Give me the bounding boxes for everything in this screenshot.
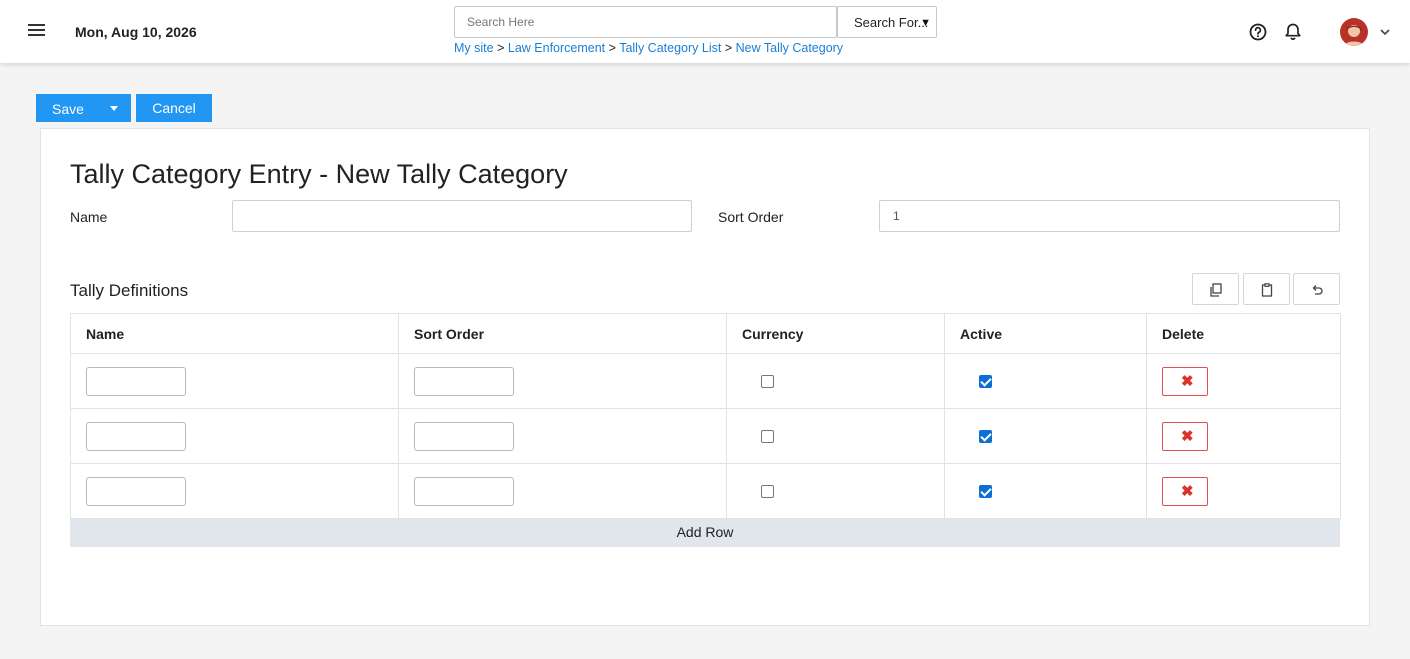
top-bar: Mon, Aug 10, 2026 Search For... ▼ My sit… [0,0,1410,63]
chevron-down-icon[interactable] [1379,25,1391,37]
undo-icon [1312,285,1323,295]
breadcrumb-new-tally-category[interactable]: New Tally Category [736,41,843,55]
active-checkbox[interactable] [979,429,992,443]
undo-button[interactable] [1293,273,1340,305]
column-header-sort-order[interactable]: Sort Order [398,313,727,354]
search-input[interactable] [454,6,837,38]
row-sort-order-input[interactable] [414,421,514,451]
sort-order-label: Sort Order [718,209,784,225]
search-scope-value: Search For... [854,14,929,30]
row-name-input[interactable] [86,421,186,451]
clipboard-icon [1261,283,1273,297]
currency-checkbox[interactable] [761,429,774,443]
section-title: Tally Definitions [70,281,189,300]
breadcrumb-law-enforcement[interactable]: Law Enforcement [508,41,605,55]
row-name-input[interactable] [86,366,186,396]
copy-button[interactable] [1192,273,1239,305]
add-row-button[interactable]: Add Row [70,518,1340,547]
table-row: ✖ [70,408,1341,464]
save-button[interactable]: Save [36,94,131,122]
hamburger-menu-icon[interactable] [28,24,45,38]
column-header-currency[interactable]: Currency [726,313,945,354]
breadcrumb-separator: > [497,41,505,55]
help-circle-icon[interactable] [1248,22,1268,42]
row-name-input[interactable] [86,476,186,506]
chevron-down-icon: ▼ [920,17,931,29]
name-input[interactable] [232,200,692,232]
column-header-delete: Delete [1146,313,1341,354]
breadcrumb-my-site[interactable]: My site [454,41,494,55]
delete-row-button[interactable]: ✖ [1162,366,1208,396]
x-icon: ✖ [1181,427,1194,445]
entry-card: Tally Category Entry - New Tally Categor… [40,128,1370,626]
delete-row-button[interactable]: ✖ [1162,421,1208,451]
save-button-label: Save [52,101,84,117]
row-sort-order-input[interactable] [414,476,514,506]
breadcrumb-separator: > [608,41,616,55]
active-checkbox[interactable] [979,374,992,388]
table-row: ✖ [70,353,1341,409]
row-sort-order-input[interactable] [414,366,514,396]
x-icon: ✖ [1181,482,1194,500]
bell-icon[interactable] [1283,22,1303,42]
currency-checkbox[interactable] [761,484,774,498]
sort-order-input[interactable]: 1 [879,200,1340,232]
current-date: Mon, Aug 10, 2026 [75,24,197,40]
cancel-button[interactable]: Cancel [136,94,212,122]
table-header-row: Name Sort Order Currency Active Delete [70,313,1341,354]
page-title: Tally Category Entry - New Tally Categor… [70,159,568,189]
search-scope-select[interactable]: Search For... ▼ [837,6,937,38]
table-row: ✖ [70,463,1341,519]
breadcrumb-tally-category-list[interactable]: Tally Category List [619,41,721,55]
tally-definitions-table: Name Sort Order Currency Active Delete ✖… [70,313,1341,519]
column-header-active[interactable]: Active [944,313,1147,354]
column-header-name[interactable]: Name [70,313,399,354]
delete-row-button[interactable]: ✖ [1162,476,1208,506]
breadcrumb-separator: > [724,41,733,55]
paste-button[interactable] [1243,273,1290,305]
copy-icon [1210,283,1222,297]
breadcrumb: My site > Law Enforcement > Tally Catego… [454,41,843,55]
name-label: Name [70,209,108,225]
avatar[interactable] [1340,18,1368,46]
caret-down-icon[interactable] [110,106,118,111]
x-icon: ✖ [1181,372,1194,390]
currency-checkbox[interactable] [761,374,774,388]
active-checkbox[interactable] [979,484,992,498]
